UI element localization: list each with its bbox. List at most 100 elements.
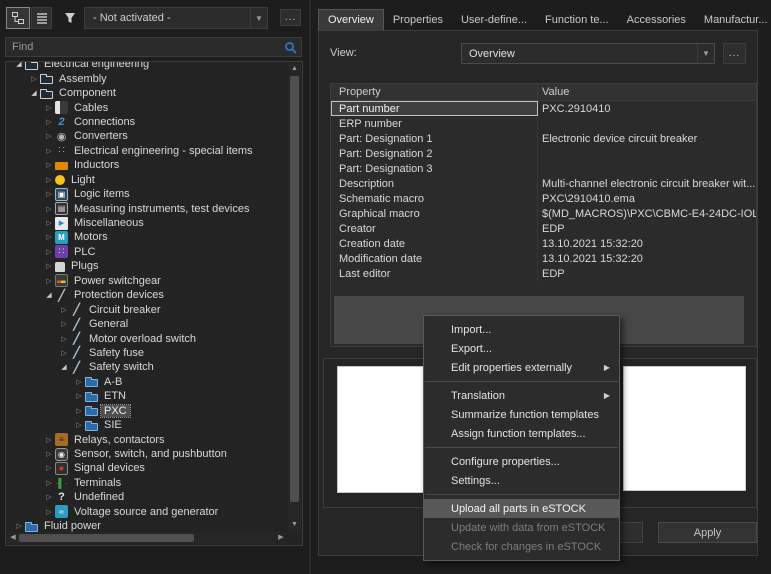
scroll-left-icon[interactable]: ◀ — [7, 532, 19, 544]
expand-icon[interactable]: ▷ — [43, 118, 55, 126]
tree-item-protection-devices[interactable]: ◢╱Protection devices — [7, 288, 287, 302]
property-cell[interactable]: Description — [331, 176, 538, 191]
chevron-down-icon[interactable]: ▼ — [697, 44, 714, 63]
table-row-last-editor[interactable]: Last editorEDP — [331, 266, 756, 281]
tree-item-a-b[interactable]: ▷A-B — [7, 375, 287, 389]
value-cell[interactable]: Electronic device circuit breaker — [538, 131, 756, 146]
table-row-creation-date[interactable]: Creation date13.10.2021 15:32:20 — [331, 236, 756, 251]
tree-item-signal-devices[interactable]: ▷●Signal devices — [7, 461, 287, 475]
value-cell[interactable]: EDP — [538, 221, 756, 236]
property-cell[interactable]: Last editor — [331, 266, 538, 281]
tree-item-voltage-source-and-generator[interactable]: ▷≈Voltage source and generator — [7, 505, 287, 519]
table-row-part-designation-2[interactable]: Part: Designation 2 — [331, 146, 756, 161]
table-row-part-number[interactable]: Part numberPXC.2910410 — [331, 101, 756, 116]
property-cell[interactable]: Creator — [331, 221, 538, 236]
tree-hscrollbar[interactable]: ◀ ▶ — [7, 532, 287, 544]
property-cell[interactable]: Modification date — [331, 251, 538, 266]
tree-item-circuit-breaker[interactable]: ▷╱Circuit breaker — [7, 302, 287, 316]
menu-item-upload-all-parts-in-estock[interactable]: Upload all parts in eSTOCK — [424, 499, 619, 518]
value-cell[interactable] — [538, 161, 756, 176]
tree-item-logic-items[interactable]: ▷▣Logic items — [7, 187, 287, 201]
expand-icon[interactable]: ▷ — [43, 104, 55, 112]
tab-user-define[interactable]: User-define... — [452, 10, 536, 31]
tree-item-plugs[interactable]: ▷Plugs — [7, 259, 287, 273]
tree-item-relays-contactors[interactable]: ▷≡Relays, contactors — [7, 432, 287, 446]
expand-icon[interactable]: ▷ — [43, 205, 55, 213]
tab-overview[interactable]: Overview — [318, 9, 384, 31]
value-cell[interactable] — [538, 116, 756, 131]
menu-item-translation[interactable]: Translation▶ — [424, 386, 619, 405]
panel-splitter[interactable] — [309, 0, 311, 574]
tree-item-cables[interactable]: ▷Cables — [7, 100, 287, 114]
expand-icon[interactable]: ▷ — [43, 464, 55, 472]
expand-icon[interactable]: ▷ — [43, 219, 55, 227]
tree-item-electrical-engineering-special-items[interactable]: ▷∷Electrical engineering - special items — [7, 144, 287, 158]
column-header-property[interactable]: Property — [331, 84, 538, 100]
menu-item-settings[interactable]: Settings... — [424, 471, 619, 490]
property-cell[interactable]: Part: Designation 1 — [331, 131, 538, 146]
property-cell[interactable]: ERP number — [331, 116, 538, 131]
collapse-icon[interactable]: ◢ — [43, 291, 55, 299]
tree-item-motors[interactable]: ▷MMotors — [7, 230, 287, 244]
scroll-up-icon[interactable]: ▲ — [288, 63, 301, 75]
tree-item-safety-fuse[interactable]: ▷╱Safety fuse — [7, 346, 287, 360]
find-input[interactable] — [6, 41, 279, 53]
tree-vscrollbar[interactable]: ▲ ▼ — [288, 63, 301, 531]
expand-icon[interactable]: ▷ — [43, 176, 55, 184]
value-cell[interactable]: Multi-channel electronic circuit breaker… — [538, 176, 756, 191]
tree-item-pxc[interactable]: ▷PXC — [7, 404, 287, 418]
property-cell[interactable]: Part number — [331, 101, 538, 116]
property-cell[interactable]: Schematic macro — [331, 191, 538, 206]
expand-icon[interactable]: ▷ — [43, 233, 55, 241]
expand-icon[interactable]: ▷ — [43, 132, 55, 140]
column-header-value[interactable]: Value — [538, 84, 756, 100]
collapse-icon[interactable]: ◢ — [58, 363, 70, 371]
apply-button[interactable]: Apply — [658, 522, 757, 543]
table-row-description[interactable]: DescriptionMulti-channel electronic circ… — [331, 176, 756, 191]
tree-item-converters[interactable]: ▷◉Converters — [7, 129, 287, 143]
tree-item-plc[interactable]: ▷∷PLC — [7, 245, 287, 259]
tree-hscroll-thumb[interactable] — [19, 534, 194, 542]
tree-item-sie[interactable]: ▷SIE — [7, 418, 287, 432]
expand-icon[interactable]: ▷ — [43, 450, 55, 458]
tree-item-light[interactable]: ▷Light — [7, 173, 287, 187]
tree-vscroll-thumb[interactable] — [290, 76, 299, 502]
expand-icon[interactable]: ▷ — [43, 161, 55, 169]
search-icon[interactable] — [279, 41, 301, 54]
list-view-button[interactable] — [31, 7, 52, 29]
value-cell[interactable]: PXC\2910410.ema — [538, 191, 756, 206]
tree-item-miscellaneous[interactable]: ▷▶Miscellaneous — [7, 216, 287, 230]
expand-icon[interactable]: ▷ — [13, 522, 25, 530]
collapse-icon[interactable]: ◢ — [28, 89, 40, 97]
expand-icon[interactable]: ▷ — [58, 306, 70, 314]
expand-icon[interactable]: ▷ — [58, 320, 70, 328]
tree-item-general[interactable]: ▷╱General — [7, 317, 287, 331]
expand-icon[interactable]: ▷ — [43, 479, 55, 487]
graphic-preview[interactable] — [623, 366, 746, 491]
expand-icon[interactable]: ▷ — [43, 262, 55, 270]
value-cell[interactable] — [538, 146, 756, 161]
tab-function-te[interactable]: Function te... — [536, 10, 618, 31]
table-row-creator[interactable]: CreatorEDP — [331, 221, 756, 236]
expand-icon[interactable]: ▷ — [43, 147, 55, 155]
value-cell[interactable]: PXC.2910410 — [538, 101, 756, 116]
menu-item-export[interactable]: Export... — [424, 339, 619, 358]
expand-icon[interactable]: ▷ — [28, 75, 40, 83]
table-row-modification-date[interactable]: Modification date13.10.2021 15:32:20 — [331, 251, 756, 266]
expand-icon[interactable]: ▷ — [73, 378, 85, 386]
tree-item-power-switchgear[interactable]: ▷▬Power switchgear — [7, 274, 287, 288]
value-cell[interactable]: $(MD_MACROS)\PXC\CBMC-E4-24DC-IOL... — [538, 206, 756, 221]
menu-item-edit-properties-externally[interactable]: Edit properties externally▶ — [424, 358, 619, 377]
property-cell[interactable]: Graphical macro — [331, 206, 538, 221]
expand-icon[interactable]: ▷ — [73, 392, 85, 400]
tree-item-connections[interactable]: ▷2Connections — [7, 115, 287, 129]
expand-icon[interactable]: ▷ — [43, 436, 55, 444]
tab-properties[interactable]: Properties — [384, 10, 452, 31]
table-row-part-designation-1[interactable]: Part: Designation 1Electronic device cir… — [331, 131, 756, 146]
expand-icon[interactable]: ▷ — [43, 277, 55, 285]
chevron-down-icon[interactable]: ▼ — [250, 8, 267, 28]
tree-view-button[interactable] — [6, 7, 30, 29]
tree-item-measuring-instruments-test-devices[interactable]: ▷▤Measuring instruments, test devices — [7, 201, 287, 215]
tab-accessories[interactable]: Accessories — [618, 10, 695, 31]
scheme-more-button[interactable]: ... — [280, 9, 301, 26]
